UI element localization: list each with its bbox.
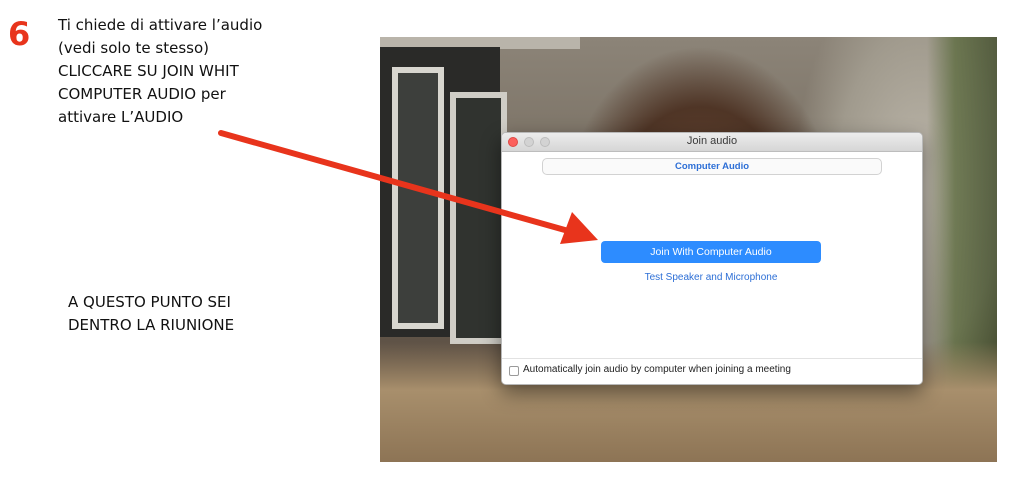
join-audio-dialog: Join audio Computer Audio Join With Comp…	[501, 132, 923, 385]
tab-computer-audio[interactable]: Computer Audio	[542, 158, 882, 175]
note-line: DENTRO LA RIUNIONE	[68, 316, 235, 334]
meeting-note: A QUESTO PUNTO SEI DENTRO LA RIUNIONE	[68, 291, 328, 337]
note-line: A QUESTO PUNTO SEI	[68, 293, 231, 311]
step-number: 6	[8, 15, 31, 53]
dialog-title: Join audio	[686, 135, 738, 147]
instruction-line: CLICCARE SU JOIN WHIT	[58, 62, 239, 80]
auto-join-checkbox[interactable]	[509, 366, 519, 376]
instruction-line: attivare L’AUDIO	[58, 108, 184, 126]
background-window	[380, 47, 507, 344]
instruction-line: (vedi solo te stesso)	[58, 39, 209, 57]
test-speaker-microphone-link[interactable]: Test Speaker and Microphone	[601, 272, 821, 283]
instruction-text: Ti chiede di attivare l’audio (vedi solo…	[58, 14, 358, 129]
auto-join-label[interactable]: Automatically join audio by computer whe…	[523, 364, 791, 375]
join-with-computer-audio-button[interactable]: Join With Computer Audio	[601, 241, 821, 263]
instruction-line: Ti chiede di attivare l’audio	[58, 16, 263, 34]
dialog-titlebar: Join audio	[502, 133, 922, 152]
instruction-line: COMPUTER AUDIO per	[58, 85, 226, 103]
dialog-footer: Automatically join audio by computer whe…	[502, 358, 922, 384]
